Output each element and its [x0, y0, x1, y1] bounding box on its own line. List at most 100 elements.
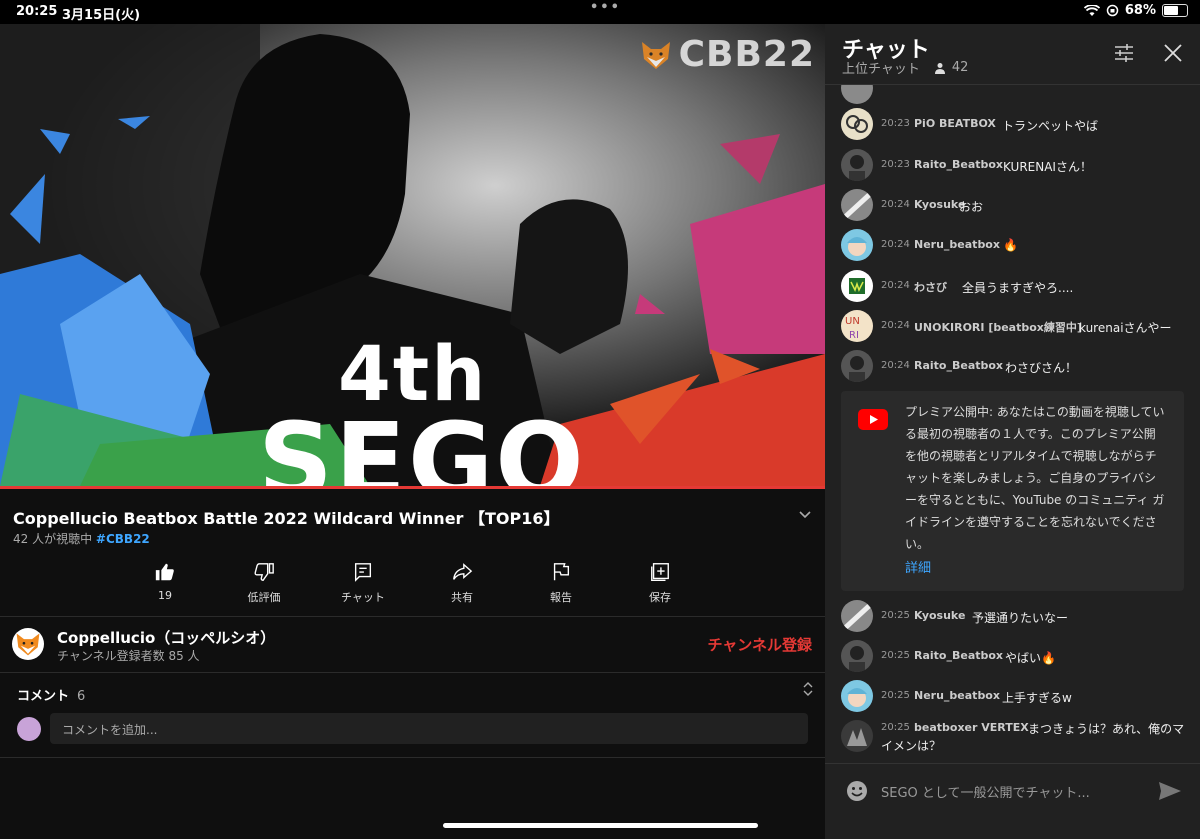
chat-text: KURENAIさん！	[1003, 160, 1092, 174]
battery-icon	[1162, 4, 1188, 17]
chevron-down-icon[interactable]	[799, 507, 811, 523]
share-button[interactable]: 共有	[417, 561, 507, 605]
premiere-notice: プレミア公開中: あなたはこの動画を視聴してい る最初の視聴者の１人です。このプ…	[841, 391, 1184, 591]
comments-header[interactable]: コメント 6	[17, 685, 85, 704]
dislike-button[interactable]: 低評価	[219, 561, 309, 605]
premiere-message: プレミア公開中: あなたはこの動画を視聴してい る最初の視聴者の１人です。このプ…	[905, 401, 1175, 555]
divider	[0, 757, 825, 758]
chat-label: チャット	[341, 591, 385, 604]
comments-section: コメント 6 コメントを追加...	[0, 672, 825, 760]
premiere-line: ャットを楽しみましょう。ご自身のプライバシ	[905, 471, 1157, 485]
chat-author[interactable]: Kyosuke	[914, 609, 965, 622]
report-label: 報告	[550, 591, 572, 604]
chat-author[interactable]: わさび	[914, 279, 947, 295]
chat-message[interactable]: 20:23 Raito_Beatbox KURENAIさん！	[825, 149, 1200, 181]
chat-avatar	[841, 720, 873, 752]
hashtag-link[interactable]: #CBB22	[96, 532, 150, 546]
video-overlay-name: SEGO	[258, 400, 586, 486]
chat-message[interactable]: UN RI 20:24 UNOKIRORI [beatbox練習中] kurena…	[825, 310, 1200, 342]
chat-avatar	[841, 600, 873, 632]
chat-time: 20:24	[881, 360, 910, 371]
report-button[interactable]: 報告	[516, 561, 606, 605]
video-logo-text: CBB22	[678, 34, 815, 75]
chat-message[interactable]: 20:25 Neru_beatbox 上手すぎるw	[825, 680, 1200, 712]
close-icon[interactable]	[1164, 44, 1182, 66]
chat-time: 20:25	[881, 722, 910, 733]
status-indicators: 68%	[1083, 3, 1188, 18]
comments-label: コメント	[17, 689, 70, 704]
premiere-line: プレミア公開中: あなたはこの動画を視聴してい	[905, 405, 1165, 419]
video-player[interactable]: CBB22 4th SEGO	[0, 24, 825, 486]
channel-row: Coppellucio（コッペルシオ） チャンネル登録者数 85 人 チャンネル…	[0, 617, 825, 672]
chat-author[interactable]: Raito_Beatbox	[914, 359, 1003, 372]
chat-input[interactable]: SEGO として一般公開でチャット...	[881, 782, 1090, 801]
details-link[interactable]: 詳細	[905, 557, 931, 576]
chat-message[interactable]: 20:23 PiO BEATBOX トランペットやば	[825, 108, 1200, 140]
chat-time: 20:23	[881, 159, 910, 170]
video-title[interactable]: Coppellucio Beatbox Battle 2022 Wildcard…	[13, 505, 560, 529]
chat-text: わさびさん！	[1005, 361, 1078, 375]
chat-mode-selector[interactable]: 上位チャット 42	[842, 58, 968, 77]
chat-mode-label: 上位チャット	[842, 62, 920, 77]
chat-time: 20:25	[881, 690, 910, 701]
chat-time: 20:24	[881, 320, 910, 331]
chat-text: kurenaiさんやー	[1079, 321, 1172, 335]
premiere-line: を他の視聴者とリアルタイムで視聴しながらチ	[905, 449, 1157, 463]
fox-avatar-icon	[16, 633, 40, 656]
channel-name[interactable]: Coppellucio（コッペルシオ）	[57, 627, 275, 648]
chat-author[interactable]: Raito_Beatbox	[914, 158, 1003, 171]
save-button[interactable]: 保存	[615, 561, 705, 605]
battery-percent: 68%	[1124, 3, 1156, 18]
chat-time: 20:23	[881, 118, 910, 129]
chat-button[interactable]: チャット	[318, 561, 408, 605]
send-icon[interactable]	[1158, 781, 1182, 805]
subscribe-button[interactable]: チャンネル登録	[707, 634, 812, 655]
emoji-icon[interactable]	[846, 780, 868, 806]
comment-input[interactable]: コメントを追加...	[50, 713, 808, 744]
chat-author[interactable]: PiO BEATBOX	[914, 117, 996, 130]
filter-sliders-icon[interactable]	[1114, 44, 1134, 66]
chat-avatar	[841, 270, 873, 302]
channel-avatar[interactable]	[12, 628, 44, 660]
multitasking-dots-icon[interactable]: •••	[590, 0, 621, 15]
viewer-count: 42 人が視聴中 #CBB22	[13, 530, 150, 547]
dislike-label: 低評価	[247, 591, 281, 604]
premiere-line: い。	[905, 537, 930, 551]
chat-text: トランペットやば	[1002, 119, 1099, 133]
chat-avatar	[841, 680, 873, 712]
chat-author[interactable]: UNOKIRORI [beatbox練習中]	[914, 319, 1082, 335]
like-button[interactable]: 19	[120, 561, 210, 605]
svg-text:UN: UN	[845, 316, 860, 327]
chat-text: やばい🔥	[1005, 651, 1056, 665]
chat-avatar	[841, 108, 873, 140]
svg-text:RI: RI	[849, 330, 859, 341]
chat-viewer-count: 42	[951, 60, 969, 75]
chat-author[interactable]: Kyosuke	[914, 198, 965, 211]
chat-message[interactable]: 20:24 Kyosuke おお	[825, 189, 1200, 221]
chat-message[interactable]: 20:24 Neru_beatbox 🔥	[825, 229, 1200, 261]
viewer-count-text: 42 人が視聴中	[13, 532, 93, 546]
share-icon	[453, 563, 473, 580]
battery-fill	[1164, 6, 1178, 15]
like-count: 19	[158, 589, 172, 602]
home-indicator[interactable]	[443, 823, 758, 828]
chat-author[interactable]: Neru_beatbox	[914, 238, 1000, 251]
orientation-lock-icon	[1106, 4, 1119, 17]
thumbs-down-icon	[254, 563, 274, 581]
chat-message[interactable]: 20:25 beatboxer VERTEX まつきょうは？あれ、俺のマ イメン…	[825, 720, 1200, 754]
chat-message[interactable]: 20:25 Raito_Beatbox やばい🔥	[825, 640, 1200, 672]
chat-author[interactable]: beatboxer VERTEX	[914, 721, 1029, 734]
chat-author[interactable]: Raito_Beatbox	[914, 649, 1003, 662]
thumbs-up-icon	[155, 563, 174, 581]
subscriber-count: チャンネル登録者数 85 人	[57, 649, 200, 663]
chat-message[interactable]: 20:24 わさび 全員うますぎやろ....	[825, 270, 1200, 302]
chat-text: 🔥	[1003, 238, 1018, 252]
expand-collapse-icon[interactable]	[803, 682, 813, 696]
chat-text: 全員うますぎやろ....	[962, 281, 1074, 295]
video-progress-bar[interactable]	[0, 486, 825, 489]
chat-message[interactable]: 20:24 Raito_Beatbox わさびさん！	[825, 350, 1200, 382]
chat-message[interactable]: 20:25 Kyosuke 予選通りたいなー	[825, 600, 1200, 632]
chat-icon	[354, 563, 372, 582]
save-icon	[651, 563, 669, 581]
chat-author[interactable]: Neru_beatbox	[914, 689, 1000, 702]
